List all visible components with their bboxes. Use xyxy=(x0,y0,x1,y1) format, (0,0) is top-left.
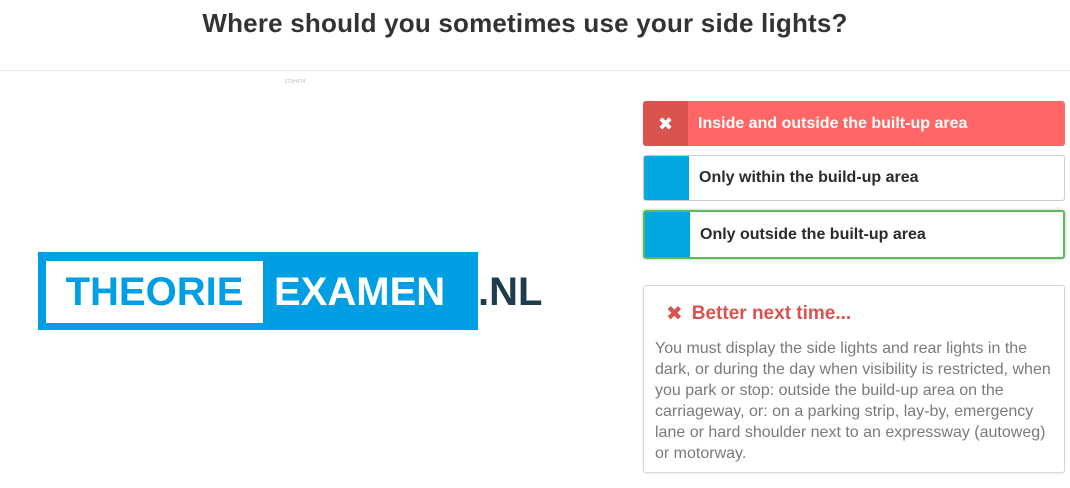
logo-text-examen: EXAMEN xyxy=(274,270,446,314)
close-icon: ✖ xyxy=(666,303,683,325)
answer-marker xyxy=(644,156,689,200)
close-icon: ✖ xyxy=(657,113,674,134)
logo-text-theorie: THEORIE xyxy=(65,270,244,314)
logo-text-nl: .NL xyxy=(478,270,543,314)
answer-option-2[interactable]: Only within the build-up area xyxy=(643,155,1065,201)
answer-marker xyxy=(645,212,690,257)
feedback-heading: ✖ Better next time... xyxy=(666,301,851,326)
answer-option-3[interactable]: Only outside the built-up area xyxy=(643,210,1065,259)
answer-label: Inside and outside the built-up area xyxy=(698,114,968,132)
feedback-title-text: Better next time... xyxy=(691,302,852,324)
question-title: Where should you sometimes use your side… xyxy=(202,8,848,38)
answer-label: Only within the build-up area xyxy=(699,169,919,186)
answer-label: Only outside the built-up area xyxy=(700,225,926,243)
answer-option-1[interactable]: ✖ Inside and outside the built-up area xyxy=(643,101,1065,146)
quiz-page: Where should you sometimes use your side… xyxy=(0,0,1070,488)
feedback-explanation: You must display the side lights and rea… xyxy=(655,340,1051,462)
image-id-label: 2T9H4T4 xyxy=(284,79,306,85)
theorie-examen-logo: THEORIE EXAMEN .NL xyxy=(38,252,558,330)
answer-marker-wrong: ✖ xyxy=(643,101,688,146)
feedback-panel: ✖ Better next time... You must display t… xyxy=(643,285,1065,473)
question-header: Where should you sometimes use your side… xyxy=(0,0,1070,71)
